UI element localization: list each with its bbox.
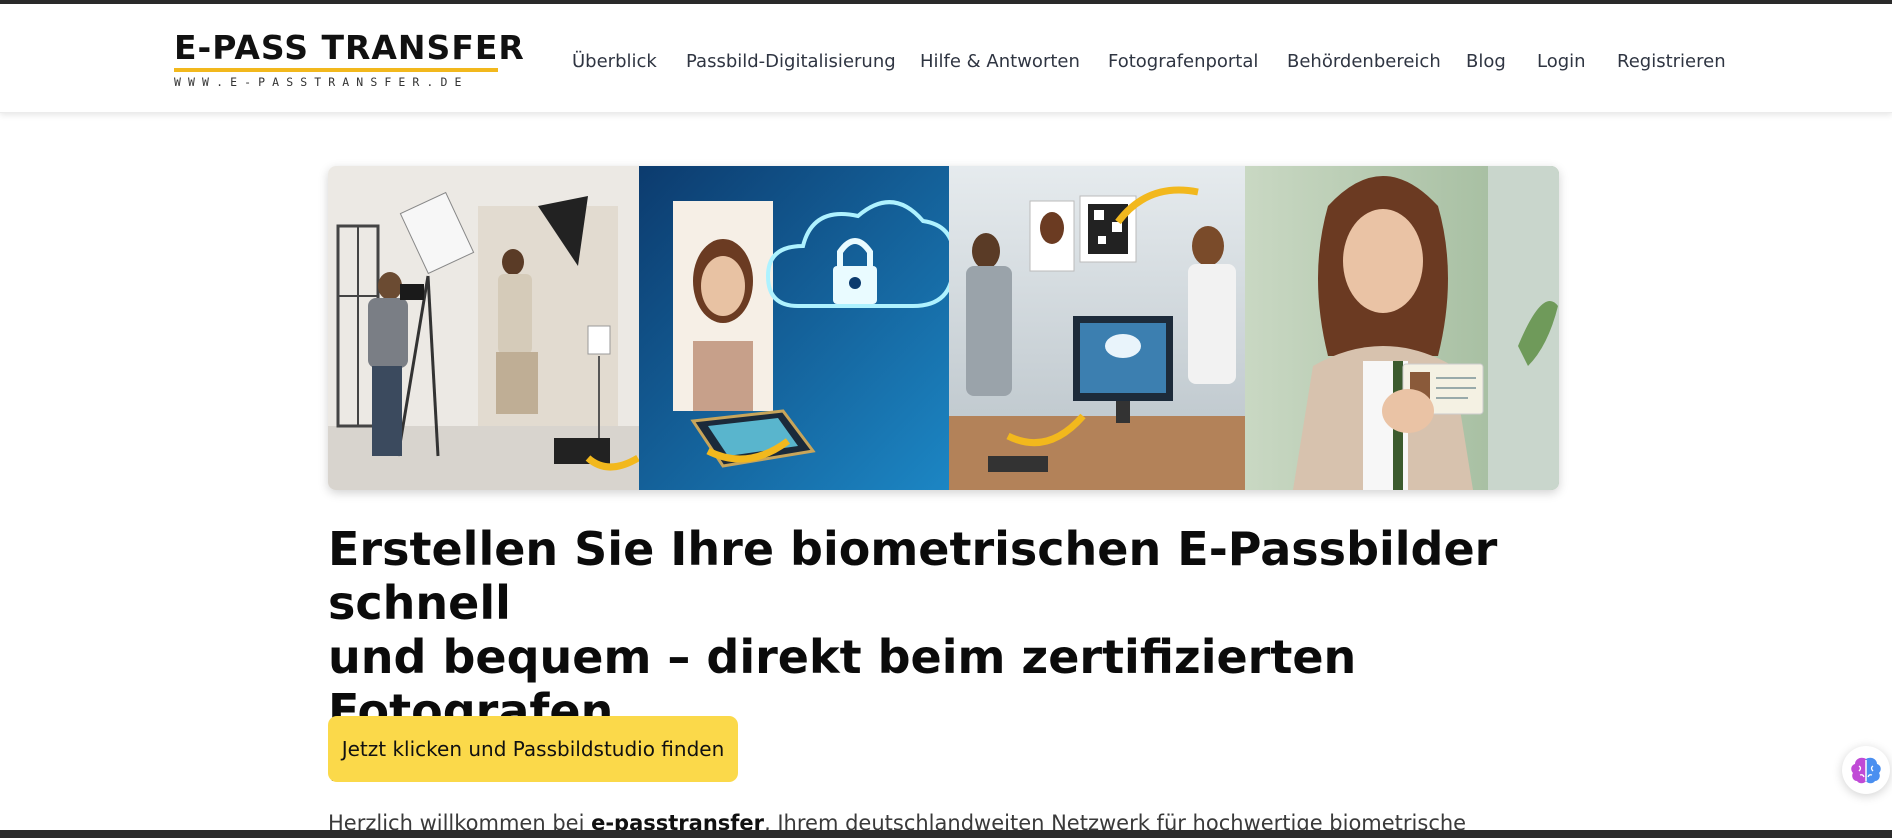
hero-illustration [328,166,1559,490]
nav-item-blog[interactable]: Blog [1466,50,1506,74]
main-navigation: Überblick Passbild-Digitalisierung Hilfe… [0,50,1892,74]
hero-image [328,166,1559,490]
panel-office-upload [949,166,1245,490]
nav-item-registrieren[interactable]: Registrieren [1617,50,1726,74]
bottom-bar [0,830,1892,838]
nav-item-ueberblick[interactable]: Überblick [572,50,657,74]
nav-item-passbild-digitalisierung[interactable]: Passbild-Digitalisierung [686,50,896,74]
find-passbildstudio-button[interactable]: Jetzt klicken und Passbildstudio finden [328,716,738,782]
nav-item-fotografenportal[interactable]: Fotografenportal [1108,50,1258,74]
site-header: E-PASS TRANSFER WWW.E-PASSTRANSFER.DE Üb… [0,4,1892,113]
panel-woman-with-id-card [1245,166,1559,490]
assistant-widget-button[interactable] [1842,746,1890,794]
nav-item-login[interactable]: Login [1537,50,1586,74]
headline-line-1: Erstellen Sie Ihre biometrischen E-Passb… [328,522,1498,630]
nav-item-hilfe-antworten[interactable]: Hilfe & Antworten [920,50,1080,74]
brain-icon [1851,757,1881,784]
nav-item-behoerdenbereich[interactable]: Behördenbereich [1287,50,1441,74]
panel-cloud-security [639,166,956,490]
panel-photographer-studio [328,166,640,490]
logo-url: WWW.E-PASSTRANSFER.DE [174,75,469,89]
